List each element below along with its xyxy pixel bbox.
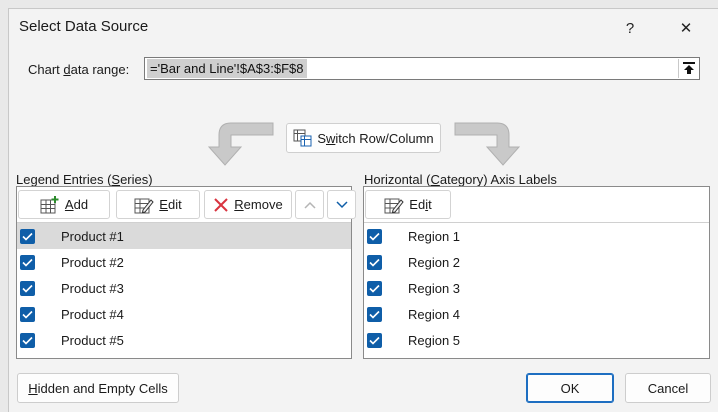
cancel-label: Cancel (647, 380, 689, 396)
list-item[interactable]: Product #3 (17, 275, 351, 301)
check-icon (369, 284, 380, 293)
checkbox[interactable] (20, 306, 35, 322)
series-label: Product #2 (61, 254, 124, 270)
edit-series-label: Edit (159, 197, 182, 212)
edit-series-button[interactable]: Edit (116, 190, 200, 219)
add-series-label: Add (64, 197, 89, 212)
ok-label: OK (560, 380, 580, 396)
hidden-and-empty-cells-label: Hidden and Empty Cells (28, 380, 168, 396)
axis-label: Region 5 (408, 332, 461, 348)
list-item[interactable]: Region 4 (364, 301, 709, 327)
title-bar: Select Data Source ? ✕ (9, 9, 718, 47)
legend-entries-panel: Add Edit Remove Product #1 Product #2 Pr… (16, 186, 356, 359)
check-icon (22, 232, 33, 241)
axis-labels-panel: Edit Region 1 Region 2 Region 3 Region 4… (363, 186, 710, 359)
series-label: Product #5 (61, 332, 124, 348)
ok-button[interactable]: OK (526, 373, 614, 403)
axis-labels-label: Horizontal (Category) Axis Labels (364, 172, 557, 187)
legend-toolbar: Add Edit Remove (17, 187, 356, 223)
select-data-source-dialog: Select Data Source ? ✕ Chart data range:… (8, 8, 718, 412)
axis-label: Region 3 (408, 280, 461, 296)
list-item[interactable]: Region 2 (364, 249, 709, 275)
checkbox[interactable] (367, 254, 382, 270)
list-item[interactable]: Product #4 (17, 301, 351, 327)
check-icon (369, 310, 380, 319)
check-icon (22, 336, 33, 345)
chart-data-range-input[interactable]: ='Bar and Line'!$A$3:$F$8 (144, 57, 700, 80)
curved-arrow-right-icon (454, 122, 521, 166)
legend-entries-label: Legend Entries (Series) (16, 172, 153, 187)
switch-row-column-icon (293, 129, 312, 147)
chart-data-range-value: ='Bar and Line'!$A$3:$F$8 (147, 59, 307, 78)
checkbox[interactable] (20, 228, 35, 244)
list-item[interactable]: Region 3 (364, 275, 709, 301)
edit-axis-labels-button[interactable]: Edit (365, 190, 451, 219)
add-series-button[interactable]: Add (18, 190, 110, 219)
list-item[interactable]: Product #1 (17, 223, 351, 249)
close-icon: ✕ (679, 20, 693, 37)
list-item[interactable]: Product #5 (17, 327, 351, 353)
edit-icon (384, 198, 404, 213)
checkbox[interactable] (367, 332, 382, 348)
switch-row-column-label: Switch Row/Column (317, 130, 434, 146)
move-down-button[interactable] (327, 190, 356, 219)
check-icon (369, 258, 380, 267)
check-icon (22, 258, 33, 267)
curved-arrow-left-icon (207, 122, 274, 166)
edit-icon (134, 198, 154, 213)
remove-series-button[interactable]: Remove (204, 190, 292, 219)
check-icon (369, 232, 380, 241)
series-label: Product #1 (61, 228, 124, 244)
check-icon (369, 336, 380, 345)
axis-label: Region 2 (408, 254, 461, 270)
remove-icon (214, 197, 228, 212)
edit-axis-labels-label: Edit (409, 197, 432, 212)
chevron-up-icon (303, 201, 316, 209)
axis-toolbar: Edit (364, 187, 709, 223)
remove-series-label: Remove (234, 197, 283, 212)
axis-label: Region 4 (408, 306, 461, 322)
move-up-button[interactable] (295, 190, 324, 219)
checkbox[interactable] (367, 228, 382, 244)
help-icon: ? (625, 19, 635, 37)
checkbox[interactable] (20, 254, 35, 270)
checkbox[interactable] (20, 280, 35, 296)
close-button[interactable]: ✕ (663, 13, 709, 43)
checkbox[interactable] (367, 306, 382, 322)
check-icon (22, 310, 33, 319)
collapse-icon (682, 62, 695, 74)
list-item[interactable]: Region 5 (364, 327, 709, 353)
chevron-down-icon (335, 200, 348, 208)
checkbox[interactable] (367, 280, 382, 296)
list-item[interactable]: Region 1 (364, 223, 709, 249)
cancel-button[interactable]: Cancel (625, 373, 711, 403)
series-label: Product #3 (61, 280, 124, 296)
collapse-dialog-button[interactable] (678, 59, 698, 78)
axis-label: Region 1 (408, 228, 461, 244)
dialog-title: Select Data Source (19, 18, 149, 35)
switch-row-column-button[interactable]: Switch Row/Column (286, 123, 441, 153)
list-item[interactable]: Product #2 (17, 249, 351, 275)
chart-data-range-label: Chart data range: (28, 62, 130, 77)
hidden-and-empty-cells-button[interactable]: Hidden and Empty Cells (17, 373, 179, 403)
legend-entries-list: Product #1 Product #2 Product #3 Product… (17, 223, 351, 353)
add-icon (40, 195, 59, 213)
axis-labels-list: Region 1 Region 2 Region 3 Region 4 Regi… (364, 223, 709, 353)
check-icon (22, 284, 33, 293)
checkbox[interactable] (20, 332, 35, 348)
series-label: Product #4 (61, 306, 124, 322)
help-button[interactable]: ? (607, 13, 653, 43)
